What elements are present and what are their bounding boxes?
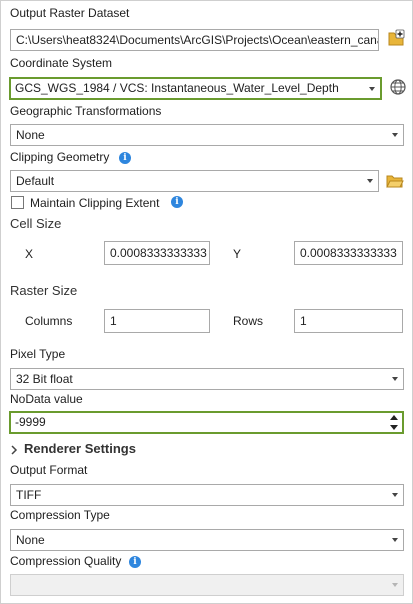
chevron-down-icon — [369, 86, 375, 91]
chevron-down-icon — [392, 538, 398, 542]
compression-type-select[interactable]: None — [10, 529, 404, 551]
pixel-type-value: 32 Bit float — [16, 372, 73, 386]
cell-size-x-label: X — [25, 247, 34, 261]
info-icon[interactable]: i — [171, 196, 183, 208]
cell-size-title: Cell Size — [10, 216, 62, 231]
raster-size-title: Raster Size — [10, 283, 78, 298]
pixel-type-label: Pixel Type — [10, 347, 66, 361]
chevron-down-icon — [367, 179, 373, 183]
globe-icon[interactable] — [389, 78, 407, 96]
chevron-down-icon — [392, 583, 398, 587]
raster-rows-label: Rows — [233, 314, 264, 328]
clipping-geometry-value: Default — [16, 174, 55, 188]
chevron-down-icon — [392, 493, 398, 497]
chevron-right-icon[interactable] — [10, 444, 18, 455]
raster-columns-label: Columns — [25, 314, 73, 328]
spin-down-icon[interactable] — [390, 425, 398, 430]
renderer-settings-toggle[interactable]: Renderer Settings — [24, 441, 136, 456]
nodata-label: NoData value — [10, 392, 83, 406]
cell-size-x-input[interactable]: 0.0008333333333 — [104, 241, 210, 265]
chevron-down-icon — [392, 133, 398, 137]
coordinate-system-select[interactable]: GCS_WGS_1984 / VCS: Instantaneous_Water_… — [9, 77, 382, 100]
output-format-select[interactable]: TIFF — [10, 484, 404, 506]
geographic-transformations-value: None — [16, 128, 45, 142]
nodata-value: -9999 — [15, 415, 46, 429]
output-raster-input[interactable]: C:\Users\heat8324\Documents\ArcGIS\Proje… — [10, 29, 379, 51]
output-format-value: TIFF — [16, 488, 42, 502]
coordinate-system-value: GCS_WGS_1984 / VCS: Instantaneous_Water_… — [15, 81, 339, 95]
coordinate-system-label: Coordinate System — [10, 56, 113, 70]
export-raster-panel: Output Raster Dataset C:\Users\heat8324\… — [0, 0, 413, 604]
add-dataset-icon[interactable] — [387, 29, 405, 47]
compression-quality-select — [10, 574, 404, 596]
folder-icon[interactable] — [386, 173, 404, 189]
spin-up-icon[interactable] — [390, 415, 398, 420]
pixel-type-select[interactable]: 32 Bit float — [10, 368, 404, 390]
maintain-clipping-extent-label: Maintain Clipping Extent — [30, 196, 160, 210]
output-format-label: Output Format — [10, 463, 88, 477]
clipping-geometry-label: Clipping Geometry — [10, 150, 110, 164]
output-raster-label: Output Raster Dataset — [10, 6, 130, 20]
raster-rows-input[interactable]: 1 — [294, 309, 403, 333]
chevron-down-icon — [392, 377, 398, 381]
info-icon[interactable]: i — [119, 152, 131, 164]
cell-size-y-label: Y — [233, 247, 242, 261]
compression-type-label: Compression Type — [10, 508, 110, 522]
raster-columns-input[interactable]: 1 — [104, 309, 210, 333]
compression-type-value: None — [16, 533, 45, 547]
cell-size-y-input[interactable]: 0.0008333333333 — [294, 241, 403, 265]
geographic-transformations-label: Geographic Transformations — [10, 104, 162, 118]
maintain-clipping-extent-checkbox[interactable] — [11, 196, 24, 209]
clipping-geometry-select[interactable]: Default — [10, 170, 379, 192]
nodata-input[interactable]: -9999 — [9, 411, 404, 434]
geographic-transformations-select[interactable]: None — [10, 124, 404, 146]
info-icon[interactable]: i — [129, 556, 141, 568]
compression-quality-label: Compression Quality — [10, 554, 122, 568]
